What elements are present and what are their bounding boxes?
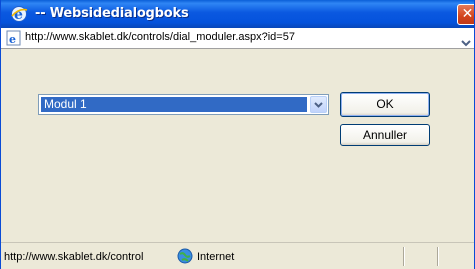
- status-divider: [403, 247, 405, 266]
- chevron-down-icon: [314, 102, 323, 108]
- dropdown-button[interactable]: [310, 96, 327, 113]
- module-select[interactable]: Modul 1: [38, 94, 329, 115]
- status-divider: [437, 247, 439, 266]
- globe-icon: [177, 248, 193, 264]
- cancel-button[interactable]: Annuller: [340, 124, 430, 146]
- window-title: -- Websidedialogboks: [35, 6, 189, 21]
- title-bar[interactable]: e -- Websidedialogboks ✕: [1, 0, 474, 28]
- address-url: http://www.skablet.dk/controls/dial_modu…: [25, 31, 295, 43]
- status-url: http://www.skablet.dk/control: [4, 251, 144, 263]
- ie-icon: e: [10, 5, 28, 23]
- address-bar: e http://www.skablet.dk/controls/dial_mo…: [1, 28, 474, 49]
- close-button[interactable]: ✕: [457, 4, 474, 25]
- chevron-down-icon[interactable]: [461, 33, 471, 47]
- dialog-content: Modul 1 OK Annuller: [1, 49, 474, 242]
- module-select-value: Modul 1: [41, 97, 307, 112]
- status-bar: http://www.skablet.dk/control Internet: [1, 242, 474, 269]
- ok-button[interactable]: OK: [340, 92, 430, 117]
- security-zone-label: Internet: [197, 251, 235, 263]
- dialog-window: e -- Websidedialogboks ✕ e http://www.sk…: [0, 0, 475, 269]
- svg-text:e: e: [9, 33, 16, 46]
- ie-page-icon: e: [6, 30, 22, 46]
